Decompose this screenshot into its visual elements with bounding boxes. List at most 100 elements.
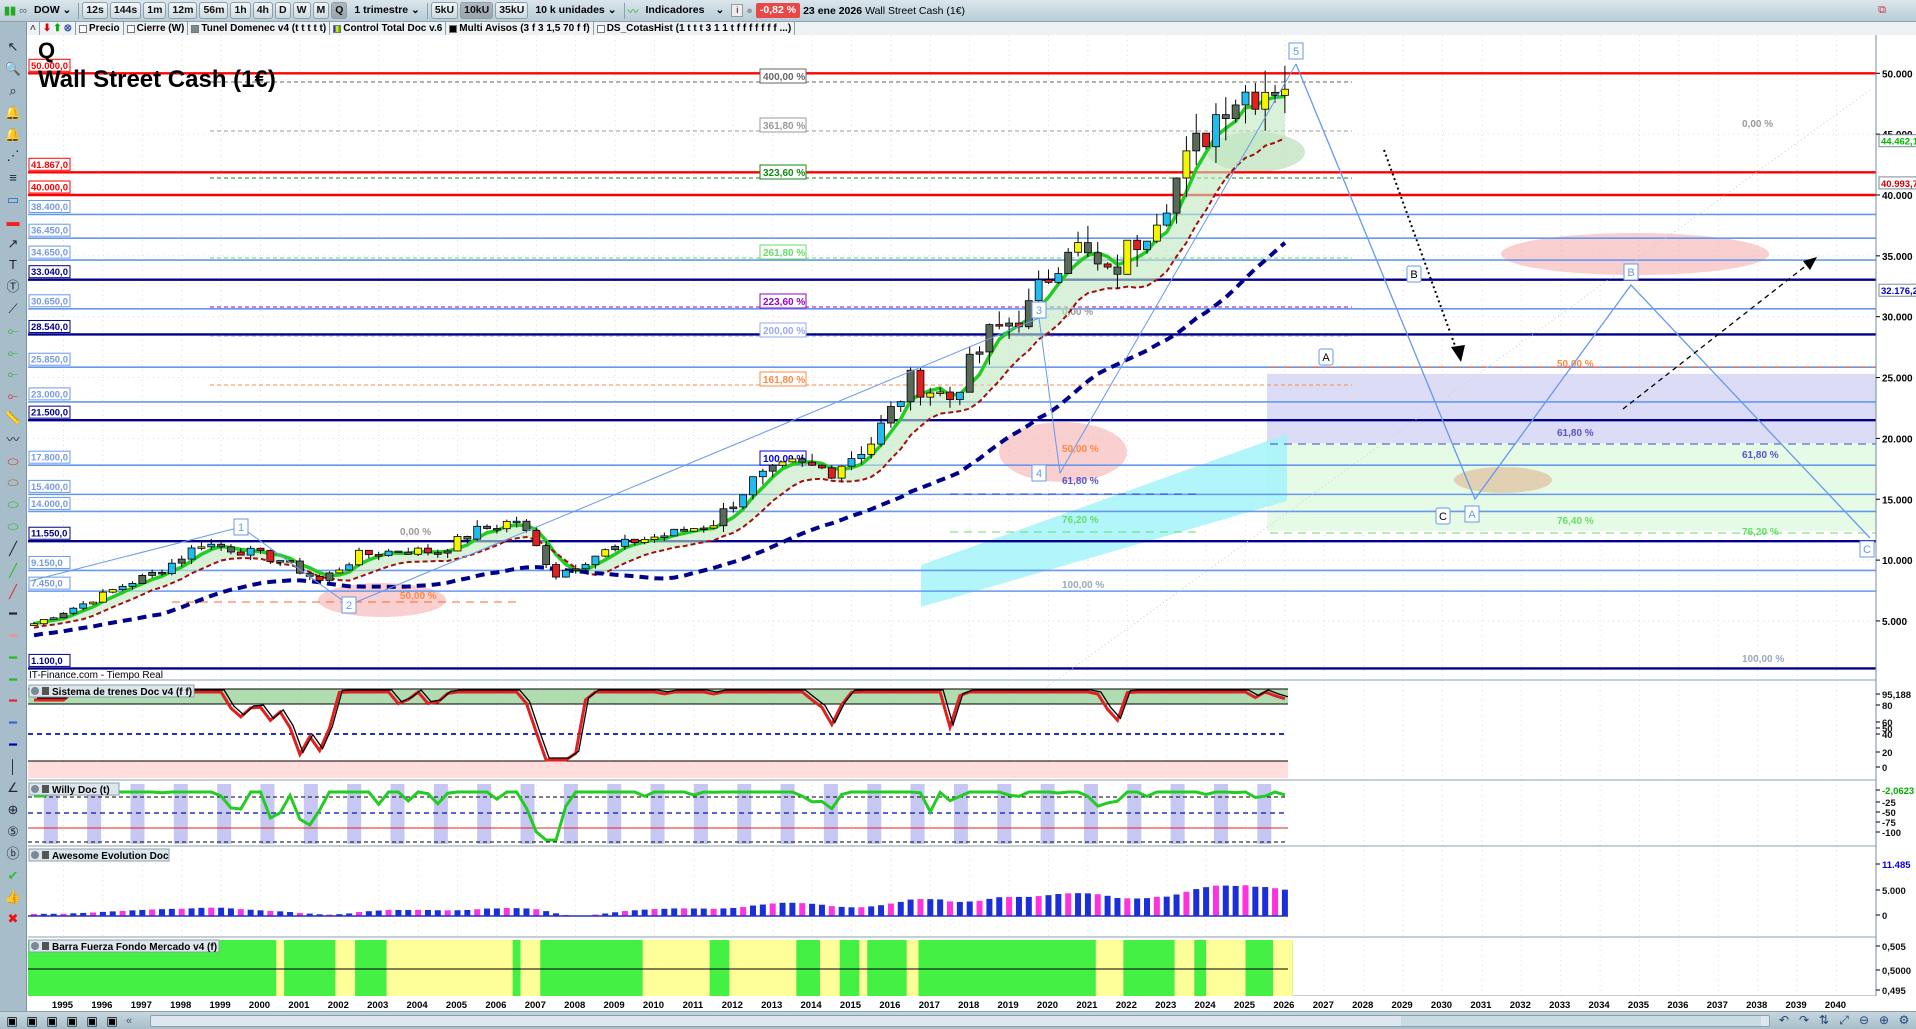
horizontal-scrollbar[interactable] (150, 1015, 1770, 1027)
timeframe-button-4h[interactable]: 4h (252, 2, 273, 19)
info-icon[interactable]: i (731, 4, 744, 17)
alert-edit-icon[interactable]: 🔔 (2, 101, 24, 123)
legend-item[interactable]: DS_CotasHist (1 t t t 3 1 1 t f f f f f … (594, 22, 796, 35)
chart-type-icon[interactable]: ▮▮ (4, 4, 16, 17)
up-arrow-icon[interactable]: ⬆ (53, 23, 61, 34)
vline-icon[interactable]: │ (2, 755, 24, 777)
redo-icon[interactable]: ↷ (1794, 1013, 1814, 1028)
comment-icon[interactable]: ▣ (42, 1014, 62, 1028)
scrollbar-thumb[interactable] (1401, 1016, 1761, 1026)
awesome-bar (464, 909, 471, 916)
text-icon[interactable]: T (2, 254, 24, 276)
legend-item[interactable]: Cierre (W) (124, 22, 189, 35)
ellipse-light-green-icon[interactable]: ⬭ (2, 516, 24, 538)
fibonacci-level-icon[interactable]: ≡ (2, 167, 24, 189)
undo-icon[interactable]: ↶ (1774, 1013, 1794, 1028)
arrow-icon[interactable]: ↗ (2, 232, 24, 254)
indicators-dropdown[interactable]: ⌄ (711, 2, 728, 19)
line-green-icon[interactable]: ⟜ (2, 341, 24, 363)
cursor-icon[interactable]: ↖ (2, 36, 24, 58)
hline-navy-icon[interactable]: ━ (2, 734, 24, 756)
draw-icon[interactable]: ▣ (2, 1014, 22, 1028)
layers-icon[interactable]: ▣ (82, 1014, 102, 1028)
angle-icon[interactable]: ∠ (2, 777, 24, 799)
unit-button-35kU[interactable]: 35kU (495, 2, 529, 19)
collapse-icon[interactable]: ˄ (30, 23, 36, 34)
panel-close-icon[interactable] (31, 687, 39, 695)
symbol-select[interactable]: DOW ⌄ (30, 2, 75, 19)
fibonacci-fan-icon[interactable]: ⋰ (2, 145, 24, 167)
line-dark-green-icon[interactable]: ⟜ (2, 363, 24, 385)
link-icon[interactable]: ∞ (19, 5, 27, 17)
unit-button-10kU[interactable]: 10kU (460, 2, 494, 19)
thumbs-up-icon[interactable]: 👍 (2, 886, 24, 908)
zoom-fit-icon[interactable]: ⤢ (1834, 1013, 1854, 1028)
zoom-icon[interactable]: 🔍 (2, 58, 24, 80)
zoom-out-icon[interactable]: ⊖ (1854, 1013, 1874, 1028)
ruler-icon[interactable]: 📏 (2, 407, 24, 429)
line-red-icon[interactable]: ⟜ (2, 385, 24, 407)
sync-icon[interactable]: ⇅ (1814, 1013, 1834, 1028)
timeframe-button-W[interactable]: W (292, 2, 311, 19)
timeframe-button-Q[interactable]: Q (331, 2, 348, 19)
price-axis-label: 40.000 (1882, 191, 1913, 202)
panel-close-icon[interactable] (31, 785, 39, 793)
period-select[interactable]: 1 trimestre ⌄ (350, 2, 423, 19)
circle-icon[interactable]: ⊕ (2, 799, 24, 821)
timeframe-button-12m[interactable]: 12m (168, 2, 198, 19)
hline-green-icon[interactable]: ━ (2, 646, 24, 668)
hline-red-icon[interactable]: ━ (2, 690, 24, 712)
pattern-icon[interactable]: 〰 (2, 428, 24, 450)
timeframe-button-56m[interactable]: 56m (199, 2, 229, 19)
ellipse-brown-icon[interactable]: ⬭ (2, 472, 24, 494)
legend-item[interactable]: Multi Avisos (3 f 3 1,5 70 f f) (446, 22, 594, 35)
trend-line-green-icon[interactable]: ╱ (2, 559, 24, 581)
timeframe-button-1h[interactable]: 1h (230, 2, 251, 19)
settings-icon[interactable]: ⚙ (1894, 1013, 1914, 1028)
timeframe-button-1m[interactable]: 1m (143, 2, 167, 19)
close-icon[interactable]: ⊗ (64, 23, 72, 34)
timeframe-button-144s[interactable]: 144s (109, 2, 142, 19)
legend-item[interactable]: Precio (76, 22, 124, 35)
report-icon[interactable]: ▣ (62, 1014, 82, 1028)
timeframe-button-D[interactable]: D (274, 2, 291, 19)
indicators-button[interactable]: Indicadores (642, 2, 709, 19)
scroll-left-double-icon[interactable]: « (126, 1015, 132, 1027)
text-bubble-icon[interactable]: Ⓣ (2, 276, 24, 298)
delete-icon[interactable]: ✖ (2, 908, 24, 930)
hline-salmon-icon[interactable]: ━ (2, 625, 24, 647)
rectangle-red-icon[interactable]: ▬ (2, 210, 24, 232)
hline-light-blue-icon[interactable]: ━ (2, 712, 24, 734)
down-arrow-icon[interactable]: ⬇ (43, 23, 51, 34)
candle-body (601, 549, 610, 557)
hline-black-icon[interactable]: ━ (2, 603, 24, 625)
zoom-in-icon[interactable]: ⊕ (1874, 1013, 1894, 1028)
unit-button-5kU[interactable]: 5kU (430, 2, 459, 19)
awesome-bar (129, 910, 136, 916)
segment-icon[interactable]: ⟋ (2, 298, 24, 320)
check-icon[interactable]: ✔ (2, 864, 24, 886)
timeframe-button-12s[interactable]: 12s (82, 2, 108, 19)
elliott-impulse-icon[interactable]: ⑤ (2, 821, 24, 843)
elliott-abc-icon[interactable]: ⓑ (2, 842, 24, 864)
forecast-arrow-down[interactable] (1383, 149, 1459, 355)
share-icon[interactable]: ▣ (22, 1014, 42, 1028)
chart-export-icon[interactable]: ▣ (102, 1014, 122, 1028)
timeframe-button-M[interactable]: M (312, 2, 330, 19)
legend-item[interactable]: Tunel Domenec v4 (t t t t t) (188, 22, 331, 35)
panel-close-icon[interactable] (31, 942, 39, 950)
hline-dark-green-icon[interactable]: ━ (2, 668, 24, 690)
legend-item[interactable]: Control Total Doc v.6 (330, 22, 447, 35)
ellipse-green-icon[interactable]: ⬭ (2, 494, 24, 516)
trend-line-red-icon[interactable]: ╱ (2, 581, 24, 603)
ellipse-red-icon[interactable]: ⬭ (2, 450, 24, 472)
panel-close-icon[interactable] (31, 851, 39, 859)
units-select[interactable]: 10 k unidades ⌄ (531, 2, 620, 19)
price-chart[interactable]: 50.000,041.867,040.000,038.400,036.450,0… (27, 35, 1916, 1011)
alert-bell-icon[interactable]: 🔔 (2, 123, 24, 145)
line-light-green-icon[interactable]: ⟜ (2, 319, 24, 341)
trend-line-black-icon[interactable]: ╱ (2, 537, 24, 559)
zoom-area-icon[interactable]: ⌕ (2, 80, 24, 102)
rectangle-blue-icon[interactable]: ▭ (2, 189, 24, 211)
window-restore-icon[interactable]: ⧉ (1878, 4, 1886, 17)
